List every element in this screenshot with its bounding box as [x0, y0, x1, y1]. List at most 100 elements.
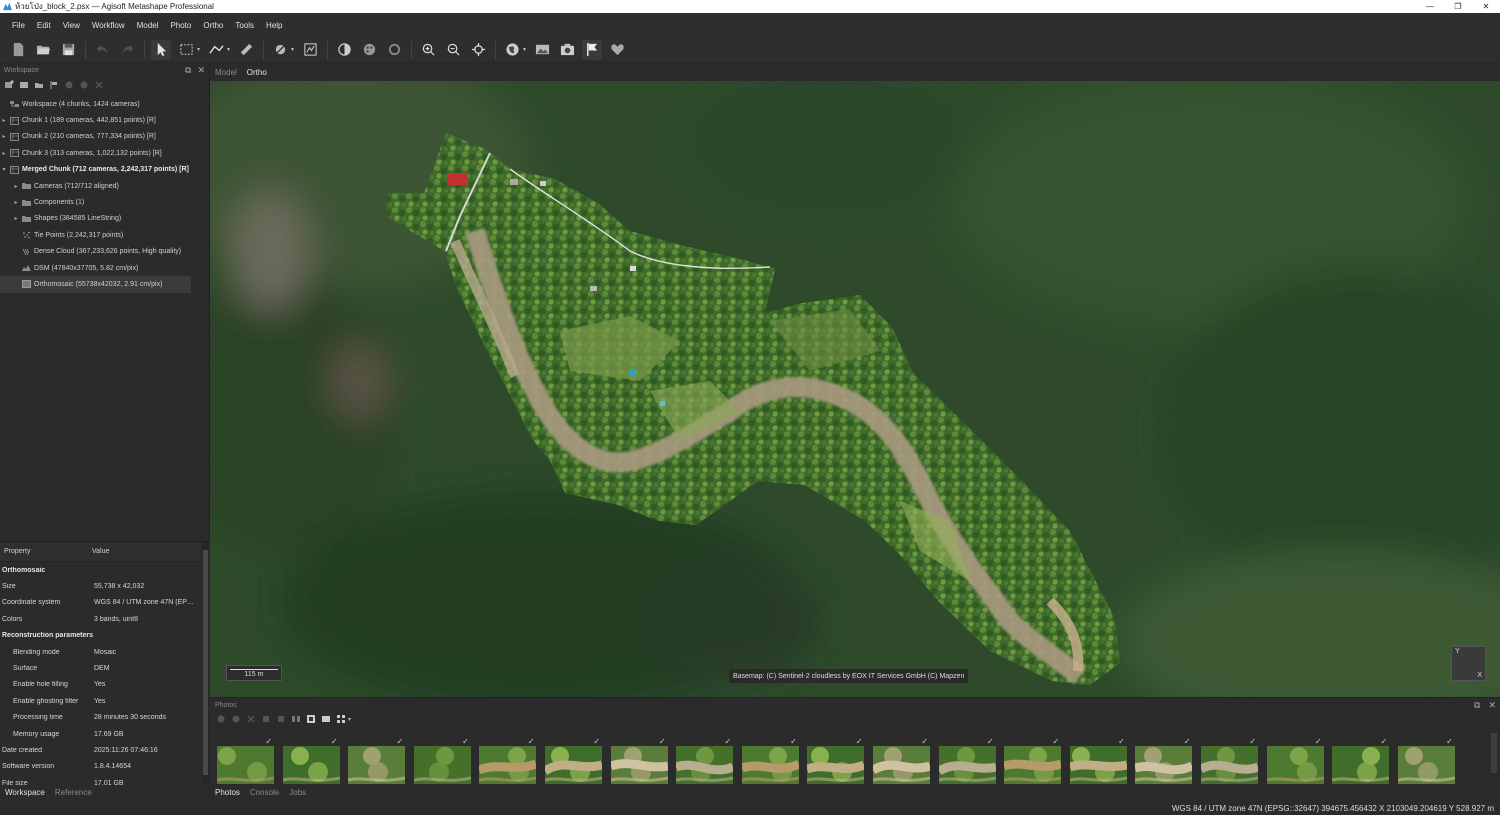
photo-thumbnail[interactable]: ✓: [1201, 737, 1258, 784]
photo-thumbnail[interactable]: ✓: [741, 737, 799, 784]
menu-photo[interactable]: Photo: [164, 21, 197, 30]
workspace-tree-item[interactable]: ▸ Chunk 3 (313 cameras, 1,022,132 points)…: [0, 145, 210, 161]
photo-thumbnail[interactable]: ✓: [413, 737, 471, 784]
expand-arrow-icon[interactable]: ▸: [0, 133, 8, 140]
remove-items-icon[interactable]: [94, 80, 104, 90]
workspace-tree-item[interactable]: ▸ Cameras (712/712 aligned): [0, 178, 210, 194]
tab-console[interactable]: Console: [245, 788, 284, 797]
photo-thumbnail[interactable]: ✓: [1332, 737, 1390, 784]
property-row[interactable]: Memory usage 17.69 GB: [0, 726, 210, 742]
property-row[interactable]: Blending mode Mosaic: [0, 644, 210, 660]
ortho-viewport[interactable]: 115 m Basemap: (C) Sentinel-2 cloudless …: [210, 81, 1500, 697]
tab-workspace[interactable]: Workspace: [0, 788, 50, 797]
disable-camera-icon[interactable]: [231, 714, 241, 724]
property-row[interactable]: Colors 3 bands, uint8: [0, 611, 210, 627]
workspace-tree-item[interactable]: ▸ Chunk 1 (189 cameras, 442,851 points) […: [0, 112, 210, 128]
maximize-button[interactable]: ❐: [1444, 0, 1472, 13]
add-photos-icon[interactable]: [19, 80, 29, 90]
menu-tools[interactable]: Tools: [229, 21, 260, 30]
rotate-icon[interactable]: [384, 40, 404, 60]
photo-thumbnail[interactable]: ✓: [938, 737, 996, 784]
enable-camera-icon[interactable]: [216, 714, 226, 724]
photo-thumbnail[interactable]: ✓: [1397, 737, 1455, 784]
photo-thumbnail[interactable]: ✓: [217, 737, 274, 784]
tab-reference[interactable]: Reference: [50, 788, 97, 797]
workspace-tree-item[interactable]: ▸ Chunk 2 (210 cameras, 777,334 points) […: [0, 129, 210, 145]
property-row[interactable]: Enable ghosting filter Yes: [0, 693, 210, 709]
photo-thumbnail[interactable]: ✓: [1069, 737, 1127, 784]
rectangle-selection-dropdown-icon[interactable]: ▾: [197, 46, 202, 53]
photo-thumbnail[interactable]: ✓: [610, 737, 668, 784]
property-row[interactable]: Processing time 28 minutes 30 seconds: [0, 710, 210, 726]
workspace-tree-item[interactable]: Dense Cloud (367,233,626 points, High qu…: [0, 244, 210, 260]
reset-view-icon[interactable]: [468, 40, 488, 60]
workspace-tree-item[interactable]: ▸ Shapes (384585 LineString): [0, 211, 210, 227]
add-markers-icon[interactable]: [49, 80, 59, 90]
close-photos-icon[interactable]: ✕: [1488, 700, 1496, 711]
redo-icon[interactable]: [117, 40, 137, 60]
rectangle-selection-icon[interactable]: [176, 40, 196, 60]
properties-scrollbar[interactable]: [202, 542, 209, 784]
menu-file[interactable]: File: [6, 21, 31, 30]
workspace-tree-item[interactable]: ▸ Components (1): [0, 194, 210, 210]
camera-icon[interactable]: [557, 40, 577, 60]
tab-model[interactable]: Model: [210, 68, 242, 77]
photo-thumbnail[interactable]: ✓: [807, 737, 865, 784]
float-pane-icon[interactable]: ⧉: [185, 65, 191, 76]
workspace-tree-item[interactable]: ▾ Merged Chunk (712 cameras, 2,242,317 po…: [0, 162, 210, 178]
menu-model[interactable]: Model: [131, 21, 165, 30]
workspace-tree-item[interactable]: Tie Points (2,242,317 points): [0, 227, 210, 243]
expand-arrow-icon[interactable]: ▸: [0, 150, 8, 157]
brightness-icon[interactable]: [334, 40, 354, 60]
menu-ortho[interactable]: Ortho: [197, 21, 229, 30]
property-row[interactable]: Size 55,738 x 42,032: [0, 578, 210, 594]
draw-dropdown-icon[interactable]: ▾: [227, 46, 232, 53]
float-photos-icon[interactable]: ⧉: [1474, 700, 1480, 711]
tab-jobs[interactable]: Jobs: [284, 788, 311, 797]
zoom-out-icon[interactable]: [443, 40, 463, 60]
undo-icon[interactable]: [92, 40, 112, 60]
rotate-right-icon[interactable]: [276, 714, 286, 724]
property-row[interactable]: Enable hole filling Yes: [0, 677, 210, 693]
menu-edit[interactable]: Edit: [31, 21, 57, 30]
new-icon[interactable]: [8, 40, 28, 60]
property-row[interactable]: Reconstruction parameters: [0, 628, 210, 644]
enable-icon[interactable]: [64, 80, 74, 90]
disable-icon[interactable]: [79, 80, 89, 90]
ruler-icon[interactable]: [236, 40, 256, 60]
navigation-icon[interactable]: [151, 39, 171, 60]
open-icon[interactable]: [33, 40, 53, 60]
workspace-tree-item[interactable]: Workspace (4 chunks, 1424 cameras): [0, 96, 210, 112]
property-row[interactable]: Orthomosaic: [0, 562, 210, 578]
properties-scrollbar-thumb[interactable]: [203, 550, 208, 775]
expand-arrow-icon[interactable]: ▸: [12, 199, 20, 206]
photo-thumbnail[interactable]: ✓: [873, 737, 930, 784]
close-window-button[interactable]: ✕: [1472, 0, 1500, 13]
photos-scrollbar[interactable]: [1491, 733, 1497, 773]
expand-arrow-icon[interactable]: ▸: [12, 183, 20, 190]
show-cameras-icon[interactable]: [321, 714, 331, 724]
tab-ortho[interactable]: Ortho: [242, 68, 272, 77]
photo-thumbnail[interactable]: ✓: [348, 737, 406, 784]
photo-thumbnail[interactable]: ✓: [1266, 737, 1324, 784]
remove-camera-icon[interactable]: [246, 714, 256, 724]
menu-view[interactable]: View: [57, 21, 86, 30]
add-chunk-icon[interactable]: [4, 80, 14, 90]
reset-filter-icon[interactable]: [291, 714, 301, 724]
property-row[interactable]: Date created 2025:11:26 07:46:16: [0, 742, 210, 758]
add-folder-icon[interactable]: [34, 80, 44, 90]
photo-thumbnail[interactable]: ✓: [1135, 737, 1193, 784]
photo-thumbnail[interactable]: ✓: [545, 737, 602, 784]
photo-thumbnail[interactable]: ✓: [676, 737, 734, 784]
photo-thumbnail[interactable]: ✓: [1004, 737, 1062, 784]
close-pane-icon[interactable]: ✕: [197, 65, 205, 76]
photo-thumbnail[interactable]: ✓: [282, 737, 340, 784]
zoom-in-icon[interactable]: [418, 40, 438, 60]
show-masks-icon[interactable]: [306, 714, 316, 724]
heart-shape-icon[interactable]: [607, 40, 627, 60]
photo-thumbnail[interactable]: ✓: [479, 737, 537, 784]
seamline-dropdown-icon[interactable]: ▾: [291, 46, 296, 53]
property-row[interactable]: Surface DEM: [0, 660, 210, 676]
save-icon[interactable]: [58, 40, 78, 60]
workspace-tree-item[interactable]: DSM (47840x37705, 5.82 cm/pix): [0, 260, 210, 276]
